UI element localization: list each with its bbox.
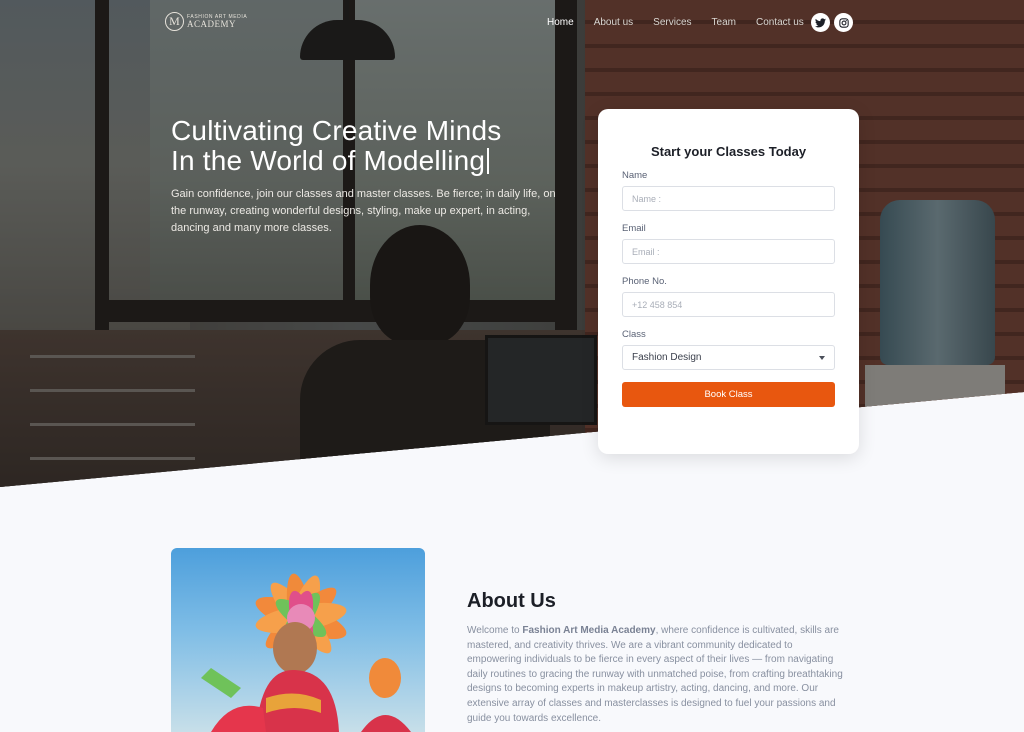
about-description: Welcome to Fashion Art Media Academy, wh…	[467, 625, 843, 724]
typing-cursor	[487, 148, 490, 174]
nav-home[interactable]: Home	[547, 16, 574, 30]
nav-contact-us[interactable]: Contact us	[756, 16, 804, 30]
carnival-dancer-illustration	[201, 573, 411, 732]
main-nav: Home About us Services Team Contact us	[547, 16, 824, 30]
instagram-icon[interactable]	[834, 13, 853, 32]
about-image	[171, 548, 425, 732]
hero-title-line-1: Cultivating Creative Minds	[171, 115, 502, 146]
name-label: Name	[622, 170, 648, 181]
nav-team[interactable]: Team	[712, 16, 736, 30]
chevron-down-icon	[819, 355, 825, 360]
phone-label: Phone No.	[622, 276, 667, 287]
hero-title: Cultivating Creative Minds In the World …	[171, 116, 591, 176]
site-logo[interactable]: M FASHION ART MEDIA ACADEMY	[165, 12, 247, 31]
twitter-icon[interactable]	[811, 13, 830, 32]
class-selected-value: Fashion Design	[632, 352, 702, 363]
logo-title: ACADEMY	[187, 19, 237, 29]
hero-section	[0, 0, 1024, 487]
email-label: Email	[622, 223, 646, 234]
nav-about-us[interactable]: About us	[594, 16, 633, 30]
book-class-button[interactable]: Book Class	[622, 382, 835, 407]
about-title: About Us	[467, 590, 556, 612]
academy-name: Fashion Art Media Academy	[522, 625, 656, 636]
phone-field[interactable]	[622, 292, 835, 317]
hero-title-line-2: In the World of Modelling	[171, 145, 486, 176]
nav-services[interactable]: Services	[653, 16, 691, 30]
logo-mark-icon: M	[165, 12, 184, 31]
form-title: Start your Classes Today	[650, 144, 807, 159]
email-field[interactable]	[622, 239, 835, 264]
name-field[interactable]	[622, 186, 835, 211]
hero-description: Gain confidence, join our classes and ma…	[171, 188, 556, 234]
booking-form-card: Start your Classes Today Name Email Phon…	[598, 109, 859, 454]
social-links	[811, 13, 853, 32]
class-select[interactable]: Fashion Design	[622, 345, 835, 370]
class-label: Class	[622, 329, 646, 340]
